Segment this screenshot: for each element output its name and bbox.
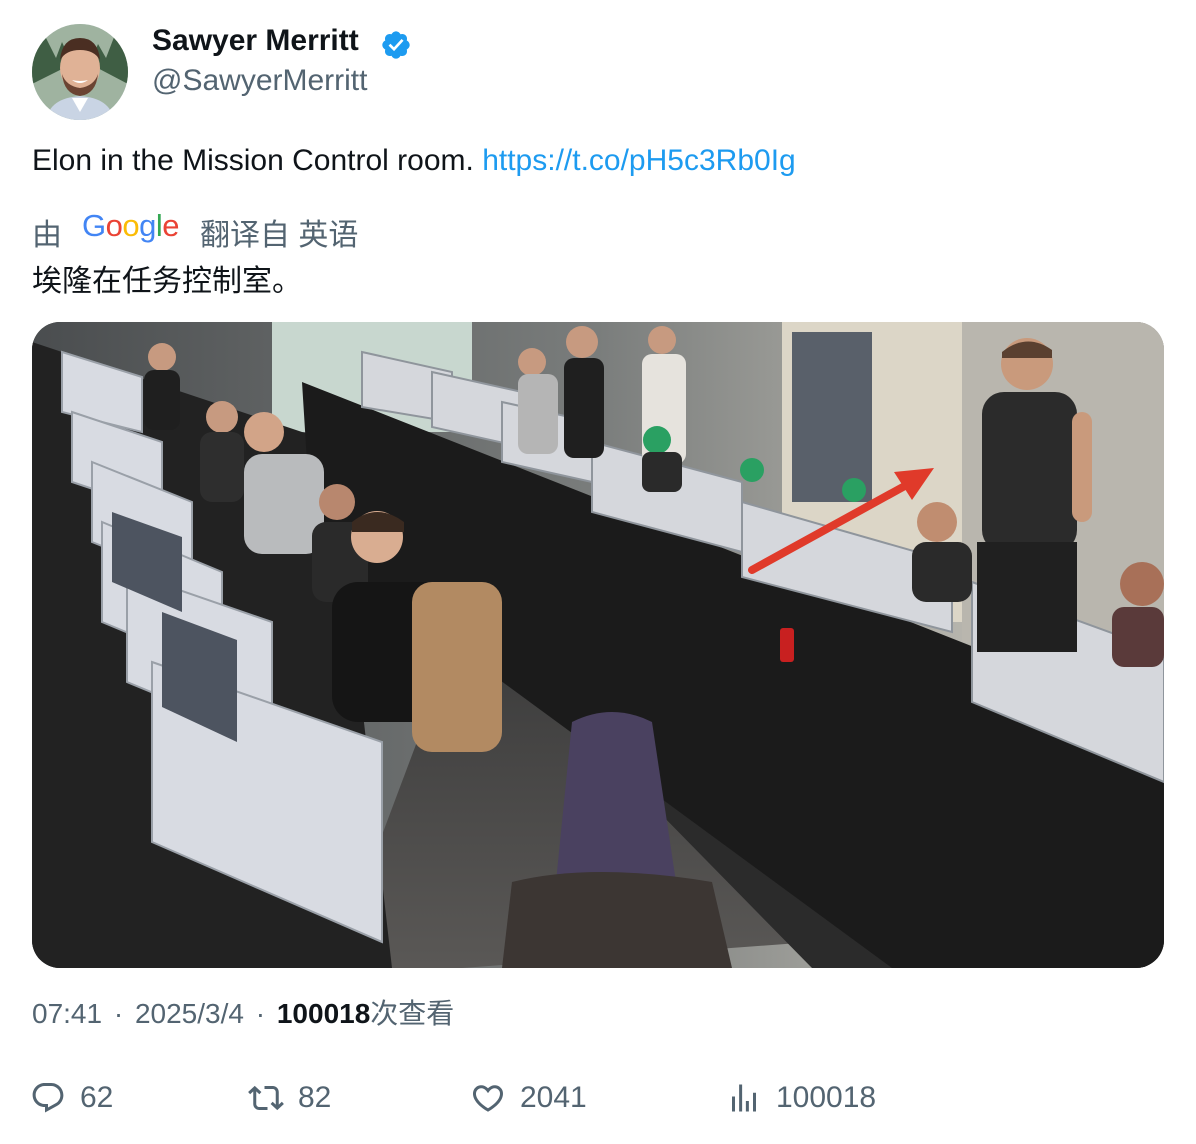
tweet-link[interactable]: https://t.co/pH5c3Rb0Ig — [482, 144, 796, 177]
mission-control-photo — [32, 322, 1164, 968]
tweet-body: Elon in the Mission Control room. — [32, 144, 474, 177]
retweet-icon — [248, 1085, 284, 1111]
tweet-text: Elon in the Mission Control room. https:… — [32, 144, 796, 178]
like-count: 2041 — [520, 1081, 587, 1114]
avatar-image — [32, 24, 128, 120]
meta-separator: · — [255, 998, 266, 1029]
views-action-count: 100018 — [776, 1081, 877, 1114]
reply-icon — [32, 1083, 64, 1113]
meta-separator: · — [113, 998, 124, 1029]
tweet-meta: 07:41 · 2025/3/4 · 100018次查看 — [32, 992, 454, 1032]
google-logo: Google — [82, 208, 180, 243]
retweet-count: 82 — [298, 1081, 332, 1114]
views-count: 100018 — [276, 998, 371, 1029]
translated-from-label: 翻译自 英语 — [200, 219, 359, 252]
heart-icon — [472, 1085, 504, 1112]
reply-button[interactable]: 62 — [30, 1078, 113, 1118]
verified-badge-icon — [382, 31, 410, 59]
tweet-time[interactable]: 07:41 — [32, 998, 102, 1029]
views-button[interactable]: 100018 — [726, 1078, 876, 1118]
author-name[interactable]: Sawyer Merritt — [152, 24, 359, 58]
translated-by-label: 由 — [32, 219, 62, 252]
tweet-date[interactable]: 2025/3/4 — [135, 998, 244, 1029]
analytics-icon — [732, 1084, 756, 1112]
views-label: 次查看 — [370, 998, 455, 1029]
tweet-photo[interactable] — [32, 322, 1164, 968]
author-handle[interactable]: @SawyerMerritt — [152, 64, 367, 98]
retweet-button[interactable]: 82 — [248, 1078, 331, 1118]
translated-text: 埃隆在任务控制室。 — [32, 265, 302, 298]
like-button[interactable]: 2041 — [470, 1078, 587, 1118]
author-avatar[interactable] — [32, 24, 128, 120]
reply-count: 62 — [80, 1081, 114, 1114]
